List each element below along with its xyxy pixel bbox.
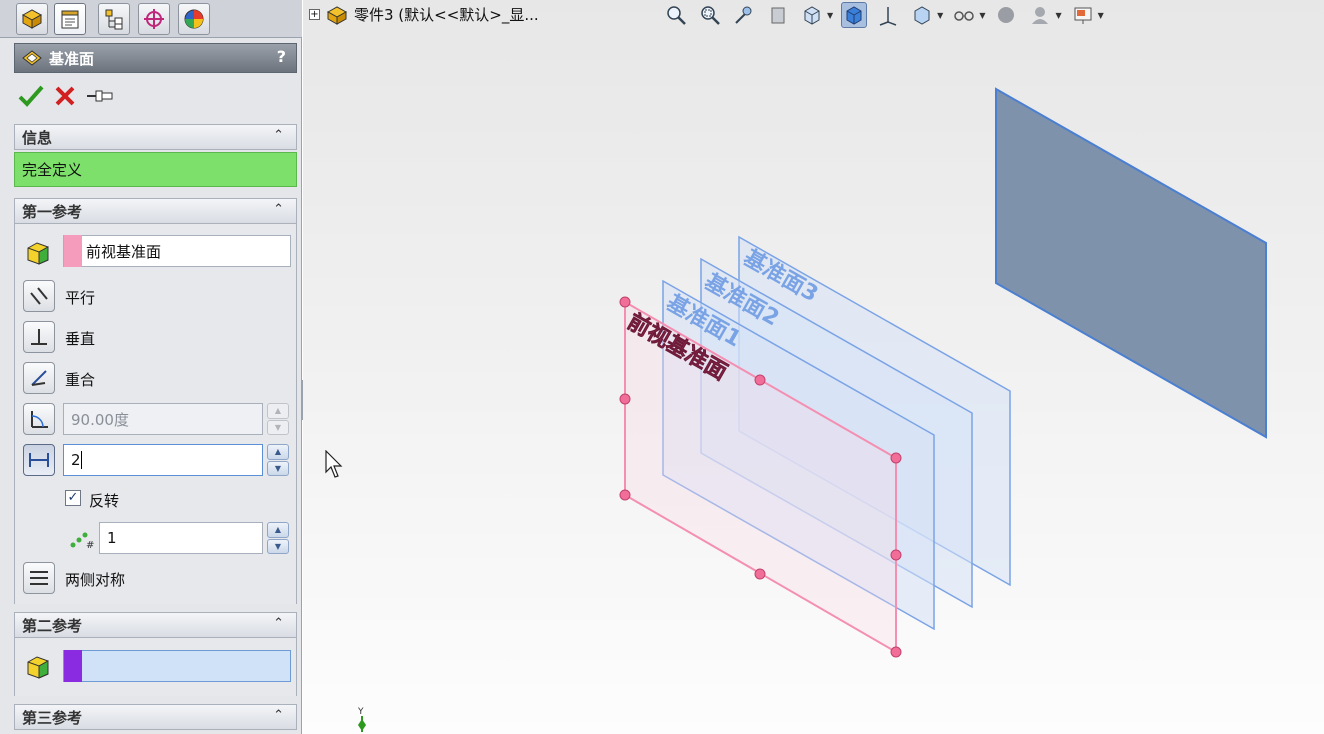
plane-handle[interactable] [890, 549, 902, 561]
selected-plane[interactable] [995, 87, 1267, 439]
plane-handle[interactable] [619, 393, 631, 405]
coordinate-triad-icon: Y [357, 707, 366, 732]
plane-handle[interactable] [890, 646, 902, 658]
plane-handle[interactable] [619, 489, 631, 501]
plane-handle[interactable] [754, 568, 766, 580]
plane-handle[interactable] [754, 374, 766, 386]
mouse-cursor-icon [325, 450, 343, 478]
triad-y-label: Y [357, 707, 364, 717]
plane-handle[interactable] [619, 296, 631, 308]
plane-handle[interactable] [890, 452, 902, 464]
model-scene: 基准面3 基准面2 基准面1 前视基准面 [619, 87, 1267, 658]
